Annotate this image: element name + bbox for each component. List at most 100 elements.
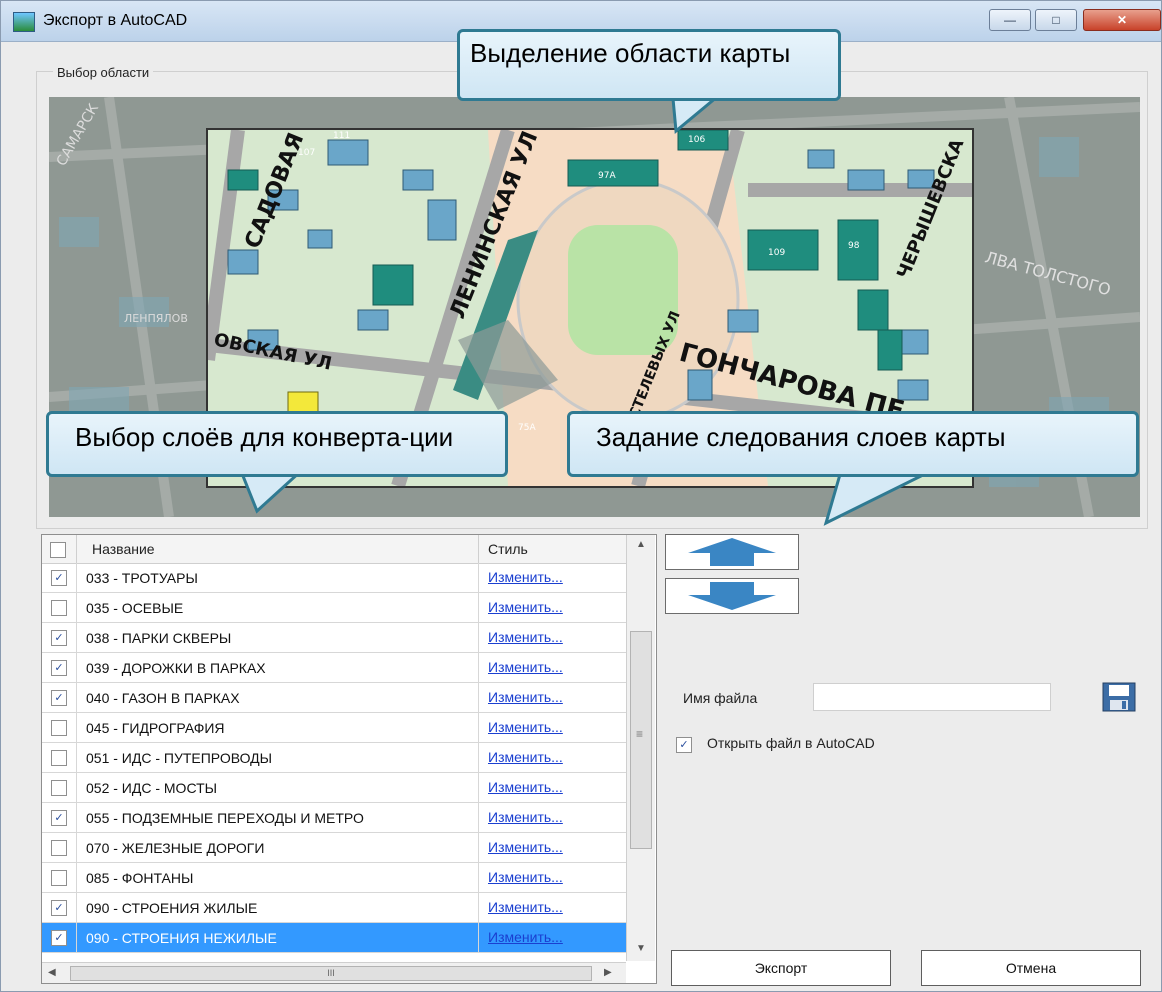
minimize-button[interactable]: — bbox=[989, 9, 1031, 31]
layer-row[interactable]: 045 - ГИДРОГРАФИЯ Изменить... bbox=[42, 713, 626, 743]
layer-checkbox[interactable] bbox=[51, 600, 67, 616]
layers-table-header: Название Стиль bbox=[42, 535, 626, 564]
layer-row[interactable]: 051 - ИДС - ПУТЕПРОВОДЫ Изменить... bbox=[42, 743, 626, 773]
move-layer-up-button[interactable] bbox=[665, 534, 799, 570]
layer-checkbox[interactable]: ✓ bbox=[51, 630, 67, 646]
layer-checkbox[interactable] bbox=[51, 780, 67, 796]
layer-name: 038 - ПАРКИ СКВЕРЫ bbox=[86, 630, 232, 646]
layers-table[interactable]: Название Стиль ✓ 033 - ТРОТУАРЫ Изменить..… bbox=[41, 534, 657, 984]
column-separator bbox=[76, 833, 77, 863]
scroll-left-arrow-icon[interactable]: ◀ bbox=[48, 967, 56, 978]
change-style-link[interactable]: Изменить... bbox=[488, 749, 563, 765]
change-style-link[interactable]: Изменить... bbox=[488, 569, 563, 585]
column-separator bbox=[76, 563, 77, 593]
change-style-link[interactable]: Изменить... bbox=[488, 809, 563, 825]
horizontal-scroll-thumb[interactable]: III bbox=[70, 966, 592, 981]
vertical-scroll-thumb[interactable]: ≡ bbox=[630, 631, 652, 849]
column-separator bbox=[76, 623, 77, 653]
column-header-style[interactable]: Стиль bbox=[488, 541, 528, 557]
scroll-grip-icon: ≡ bbox=[636, 727, 644, 741]
change-style-link[interactable]: Изменить... bbox=[488, 629, 563, 645]
open-in-autocad-label[interactable]: Открыть файл в AutoCAD bbox=[707, 735, 875, 751]
column-separator bbox=[76, 923, 77, 953]
layer-checkbox[interactable]: ✓ bbox=[51, 660, 67, 676]
layer-name: 070 - ЖЕЛЕЗНЫЕ ДОРОГИ bbox=[86, 840, 265, 856]
export-button[interactable]: Экспорт bbox=[671, 950, 891, 986]
column-separator bbox=[76, 863, 77, 893]
layer-row[interactable]: ✓ 033 - ТРОТУАРЫ Изменить... bbox=[42, 563, 626, 593]
map-number-98: 98 bbox=[848, 241, 860, 251]
vertical-scrollbar[interactable]: ▲ ≡ ▼ bbox=[626, 535, 655, 961]
maximize-button[interactable]: □ bbox=[1035, 9, 1077, 31]
change-style-link[interactable]: Изменить... bbox=[488, 869, 563, 885]
filename-input[interactable] bbox=[813, 683, 1051, 711]
column-separator bbox=[478, 803, 479, 833]
layer-checkbox[interactable]: ✓ bbox=[51, 810, 67, 826]
scroll-right-arrow-icon[interactable]: ▶ bbox=[604, 967, 612, 978]
column-separator bbox=[76, 743, 77, 773]
layer-name: 051 - ИДС - ПУТЕПРОВОДЫ bbox=[86, 750, 273, 766]
layer-checkbox[interactable] bbox=[51, 750, 67, 766]
layer-checkbox[interactable]: ✓ bbox=[51, 900, 67, 916]
scroll-down-arrow-icon[interactable]: ▼ bbox=[636, 943, 646, 954]
layer-row[interactable]: ✓ 039 - ДОРОЖКИ В ПАРКАХ Изменить... bbox=[42, 653, 626, 683]
column-separator bbox=[478, 923, 479, 953]
layer-name: 033 - ТРОТУАРЫ bbox=[86, 570, 198, 586]
layer-row[interactable]: 085 - ФОНТАНЫ Изменить... bbox=[42, 863, 626, 893]
close-button[interactable]: ✕ bbox=[1083, 9, 1161, 31]
open-in-autocad-checkbox[interactable]: ✓ bbox=[676, 737, 692, 753]
map-label-lenpyalov: ЛЕНПЯЛОВ bbox=[124, 312, 188, 325]
change-style-link[interactable]: Изменить... bbox=[488, 659, 563, 675]
callout-order-text: Задание следования слоев карты bbox=[596, 422, 1006, 452]
column-separator bbox=[478, 563, 479, 593]
layer-checkbox[interactable] bbox=[51, 870, 67, 886]
map-number-109: 109 bbox=[768, 248, 785, 258]
change-style-link[interactable]: Изменить... bbox=[488, 839, 563, 855]
map-number-107: 107 bbox=[298, 148, 315, 158]
window-title: Экспорт в AutoCAD bbox=[43, 12, 188, 29]
layer-checkbox[interactable] bbox=[51, 840, 67, 856]
header-separator bbox=[478, 535, 479, 563]
change-style-link[interactable]: Изменить... bbox=[488, 779, 563, 795]
layer-checkbox[interactable]: ✓ bbox=[51, 690, 67, 706]
column-separator bbox=[478, 743, 479, 773]
layer-name: 085 - ФОНТАНЫ bbox=[86, 870, 194, 886]
layer-checkbox[interactable]: ✓ bbox=[51, 930, 67, 946]
change-style-link[interactable]: Изменить... bbox=[488, 599, 563, 615]
floppy-disk-icon bbox=[1102, 682, 1136, 712]
layer-row[interactable]: ✓ 090 - СТРОЕНИЯ ЖИЛЫЕ Изменить... bbox=[42, 893, 626, 923]
change-style-link[interactable]: Изменить... bbox=[488, 899, 563, 915]
arrow-down-icon bbox=[688, 582, 776, 610]
autocad-app-icon bbox=[13, 12, 35, 32]
change-style-link[interactable]: Изменить... bbox=[488, 719, 563, 735]
horizontal-scrollbar[interactable]: ◀ III ▶ bbox=[42, 962, 626, 983]
layer-row[interactable]: ✓ 038 - ПАРКИ СКВЕРЫ Изменить... bbox=[42, 623, 626, 653]
move-layer-down-button[interactable] bbox=[665, 578, 799, 614]
column-separator bbox=[478, 773, 479, 803]
scroll-up-arrow-icon[interactable]: ▲ bbox=[636, 539, 646, 550]
layer-row[interactable]: 070 - ЖЕЛЕЗНЫЕ ДОРОГИ Изменить... bbox=[42, 833, 626, 863]
change-style-link[interactable]: Изменить... bbox=[488, 689, 563, 705]
layer-checkbox[interactable] bbox=[51, 720, 67, 736]
layer-row[interactable]: ✓ 090 - СТРОЕНИЯ НЕЖИЛЫЕ Изменить... bbox=[42, 923, 626, 953]
layer-row[interactable]: ✓ 040 - ГАЗОН В ПАРКАХ Изменить... bbox=[42, 683, 626, 713]
callout-layer-order: Задание следования слоев карты bbox=[567, 411, 1139, 477]
column-separator bbox=[76, 653, 77, 683]
layer-row[interactable]: 052 - ИДС - МОСТЫ Изменить... bbox=[42, 773, 626, 803]
layer-name: 090 - СТРОЕНИЯ ЖИЛЫЕ bbox=[86, 900, 258, 916]
save-file-button[interactable] bbox=[1099, 681, 1139, 713]
layer-row[interactable]: ✓ 055 - ПОДЗЕМНЫЕ ПЕРЕХОДЫ И МЕТРО Изменит… bbox=[42, 803, 626, 833]
cancel-button[interactable]: Отмена bbox=[921, 950, 1141, 986]
callout-layers-text: Выбор слоёв для конверта-ции bbox=[75, 422, 454, 452]
column-separator bbox=[478, 863, 479, 893]
column-separator bbox=[76, 803, 77, 833]
layer-checkbox[interactable]: ✓ bbox=[51, 570, 67, 586]
change-style-link[interactable]: Изменить... bbox=[488, 929, 563, 945]
select-all-checkbox[interactable] bbox=[50, 542, 66, 558]
map-number-97a: 97А bbox=[598, 171, 616, 181]
layer-row[interactable]: 035 - ОСЕВЫЕ Изменить... bbox=[42, 593, 626, 623]
column-separator bbox=[478, 833, 479, 863]
layer-name: 045 - ГИДРОГРАФИЯ bbox=[86, 720, 225, 736]
column-header-name[interactable]: Название bbox=[92, 541, 155, 557]
map-number-75a: 75А bbox=[518, 423, 536, 433]
